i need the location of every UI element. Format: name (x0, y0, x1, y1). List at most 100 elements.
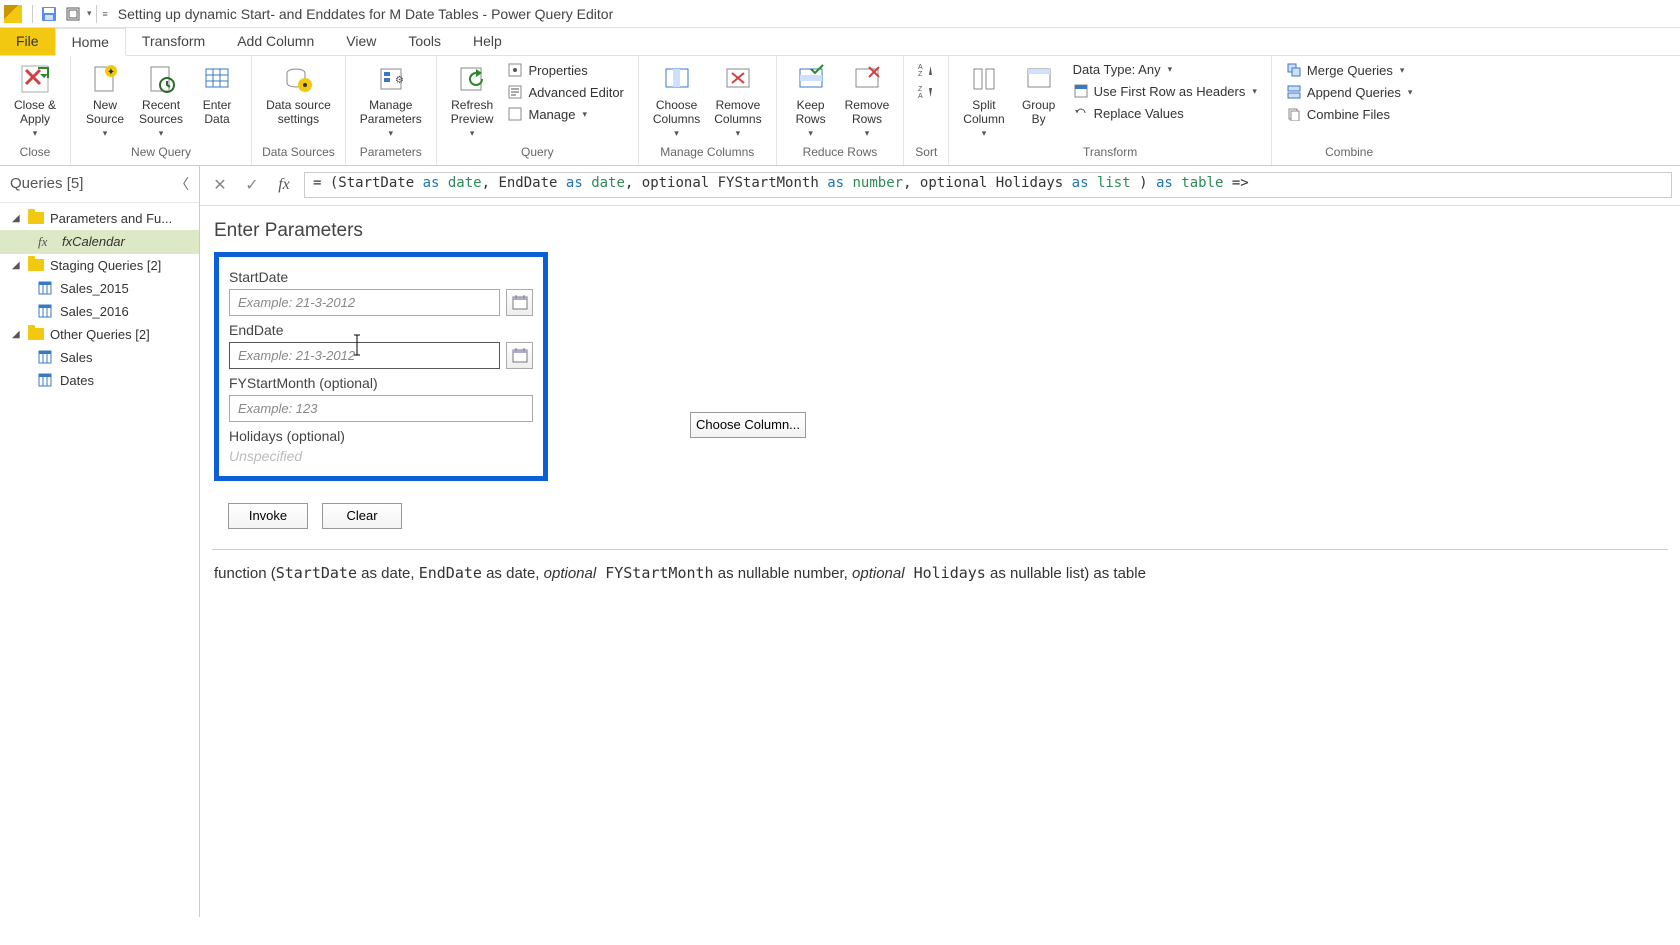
manage-parameters-button[interactable]: ⚙ Manage Parameters ▾ (356, 60, 426, 141)
advanced-editor-button[interactable]: Advanced Editor (503, 82, 627, 102)
undo-icon[interactable] (63, 4, 83, 24)
qat-dropdown-icon[interactable]: ▾ (87, 8, 92, 19)
fystartmonth-input[interactable] (229, 395, 533, 422)
enddate-label: EndDate (229, 322, 533, 338)
split-column-button[interactable]: Split Column ▾ (959, 60, 1008, 141)
remove-rows-button[interactable]: Remove Rows ▾ (841, 60, 894, 141)
choose-columns-label: Choose Columns (653, 98, 700, 127)
svg-text:Z: Z (918, 71, 923, 77)
tree-item-sales_2016[interactable]: Sales_2016 (0, 300, 199, 323)
tab-help[interactable]: Help (457, 28, 518, 55)
table-icon (38, 281, 52, 295)
merge-queries-button[interactable]: Merge Queries▾ (1282, 60, 1416, 80)
enddate-calendar-button[interactable] (506, 342, 533, 369)
chevron-down-icon: ▾ (470, 128, 475, 139)
sort-asc-button[interactable]: AZ (914, 60, 938, 80)
startdate-calendar-button[interactable] (506, 289, 533, 316)
tree-item-sales[interactable]: Sales (0, 346, 199, 369)
keep-rows-label: Keep Rows (796, 98, 826, 127)
tree-item-label: Sales (60, 350, 93, 365)
recent-sources-label: Recent Sources (139, 98, 183, 127)
tree-group-label: Other Queries [2] (50, 327, 150, 342)
queries-tree: ◢Parameters and Fu... fxCalendar ◢Staging … (0, 203, 199, 396)
tab-file[interactable]: File (0, 28, 55, 55)
tree-item-sales_2015[interactable]: Sales_2015 (0, 277, 199, 300)
holidays-value: Unspecified (229, 448, 533, 464)
manage-label: Manage (528, 107, 575, 122)
choose-column-button[interactable]: Choose Column... (690, 412, 806, 438)
data-type-button[interactable]: Data Type: Any▾ (1069, 60, 1261, 79)
save-icon[interactable] (39, 4, 59, 24)
tree-group[interactable]: ◢Staging Queries [2] (0, 254, 199, 277)
tab-tools[interactable]: Tools (392, 28, 457, 55)
remove-columns-icon (721, 62, 755, 96)
clear-button[interactable]: Clear (322, 503, 402, 529)
group-parameters: ⚙ Manage Parameters ▾ Parameters (346, 56, 437, 165)
startdate-input[interactable] (229, 289, 500, 316)
tree-item-label: Sales_2015 (60, 281, 129, 296)
sort-asc-icon: AZ (918, 62, 934, 78)
formula-input[interactable]: = (StartDate as date, EndDate as date, o… (304, 172, 1672, 198)
remove-columns-label: Remove Columns (714, 98, 761, 127)
group-combine: Merge Queries▾ Append Queries▾ Combine F… (1272, 56, 1426, 165)
tab-transform[interactable]: Transform (126, 28, 221, 55)
tree-item-label: fxCalendar (62, 234, 125, 249)
tab-view[interactable]: View (330, 28, 392, 55)
recent-sources-button[interactable]: Recent Sources ▾ (135, 60, 187, 141)
group-reduce-rows: Keep Rows ▾ Remove Rows ▾ Reduce Rows (777, 56, 905, 165)
recent-sources-icon (144, 62, 178, 96)
keep-rows-button[interactable]: Keep Rows ▾ (787, 60, 835, 141)
close-apply-label: Close & Apply (14, 98, 56, 127)
chevron-down-icon: ▾ (582, 109, 587, 120)
append-queries-button[interactable]: Append Queries▾ (1282, 82, 1416, 102)
manage-button[interactable]: Manage ▾ (503, 104, 627, 124)
combine-files-button[interactable]: Combine Files (1282, 104, 1416, 124)
remove-columns-button[interactable]: Remove Columns ▾ (710, 60, 765, 141)
replace-values-button[interactable]: Replace Values (1069, 103, 1261, 123)
app-icon (4, 5, 22, 23)
remove-rows-label: Remove Rows (845, 98, 890, 127)
qat-customize-icon[interactable]: ≡ (103, 9, 108, 19)
first-row-headers-button[interactable]: Use First Row as Headers▾ (1069, 81, 1261, 101)
properties-button[interactable]: Properties (503, 60, 627, 80)
formula-bar: ✕ ✓ fx = (StartDate as date, EndDate as … (200, 166, 1680, 206)
chevron-down-icon: ▾ (982, 128, 987, 139)
accept-formula-icon[interactable]: ✓ (240, 173, 264, 197)
fx-icon[interactable]: fx (272, 173, 296, 197)
chevron-down-icon: ▾ (865, 128, 870, 139)
tree-group[interactable]: ◢Other Queries [2] (0, 323, 199, 346)
chevron-down-icon: ▾ (389, 128, 394, 139)
tree-group[interactable]: ◢Parameters and Fu... (0, 207, 199, 230)
tab-add-column[interactable]: Add Column (221, 28, 330, 55)
content-area: ✕ ✓ fx = (StartDate as date, EndDate as … (200, 166, 1680, 917)
invoke-button[interactable]: Invoke (228, 503, 308, 529)
cancel-formula-icon[interactable]: ✕ (208, 173, 232, 197)
advanced-editor-label: Advanced Editor (528, 85, 623, 100)
manage-parameters-label: Manage Parameters (360, 98, 422, 127)
refresh-preview-button[interactable]: Refresh Preview ▾ (447, 60, 498, 141)
svg-text:⚙: ⚙ (395, 75, 404, 86)
new-source-button[interactable]: ✦ New Source ▾ (81, 60, 129, 141)
collapse-icon[interactable]: 〈 (175, 174, 189, 194)
group-label-transform: Transform (1083, 145, 1137, 163)
close-apply-button[interactable]: Close & Apply ▾ (10, 60, 60, 141)
manage-icon (507, 106, 523, 122)
tree-item-dates[interactable]: Dates (0, 369, 199, 392)
enter-data-button[interactable]: Enter Data (193, 60, 241, 129)
tree-item-fxcalendar[interactable]: fxCalendar (0, 230, 199, 254)
group-label-reduce-rows: Reduce Rows (803, 145, 878, 163)
choose-columns-button[interactable]: Choose Columns ▾ (649, 60, 704, 141)
sort-desc-button[interactable]: ZA (914, 82, 938, 102)
enter-data-label: Enter Data (203, 98, 232, 127)
data-source-settings-button[interactable]: Data source settings (262, 60, 335, 129)
tab-home[interactable]: Home (55, 28, 126, 56)
split-column-icon (967, 62, 1001, 96)
enddate-input[interactable] (229, 342, 500, 369)
svg-text:A: A (918, 64, 923, 71)
properties-icon (507, 62, 523, 78)
chevron-down-icon: ▾ (736, 128, 741, 139)
group-by-button[interactable]: Group By (1015, 60, 1063, 129)
split-column-label: Split Column (963, 98, 1004, 127)
divider (32, 5, 33, 23)
sort-desc-icon: ZA (918, 84, 934, 100)
